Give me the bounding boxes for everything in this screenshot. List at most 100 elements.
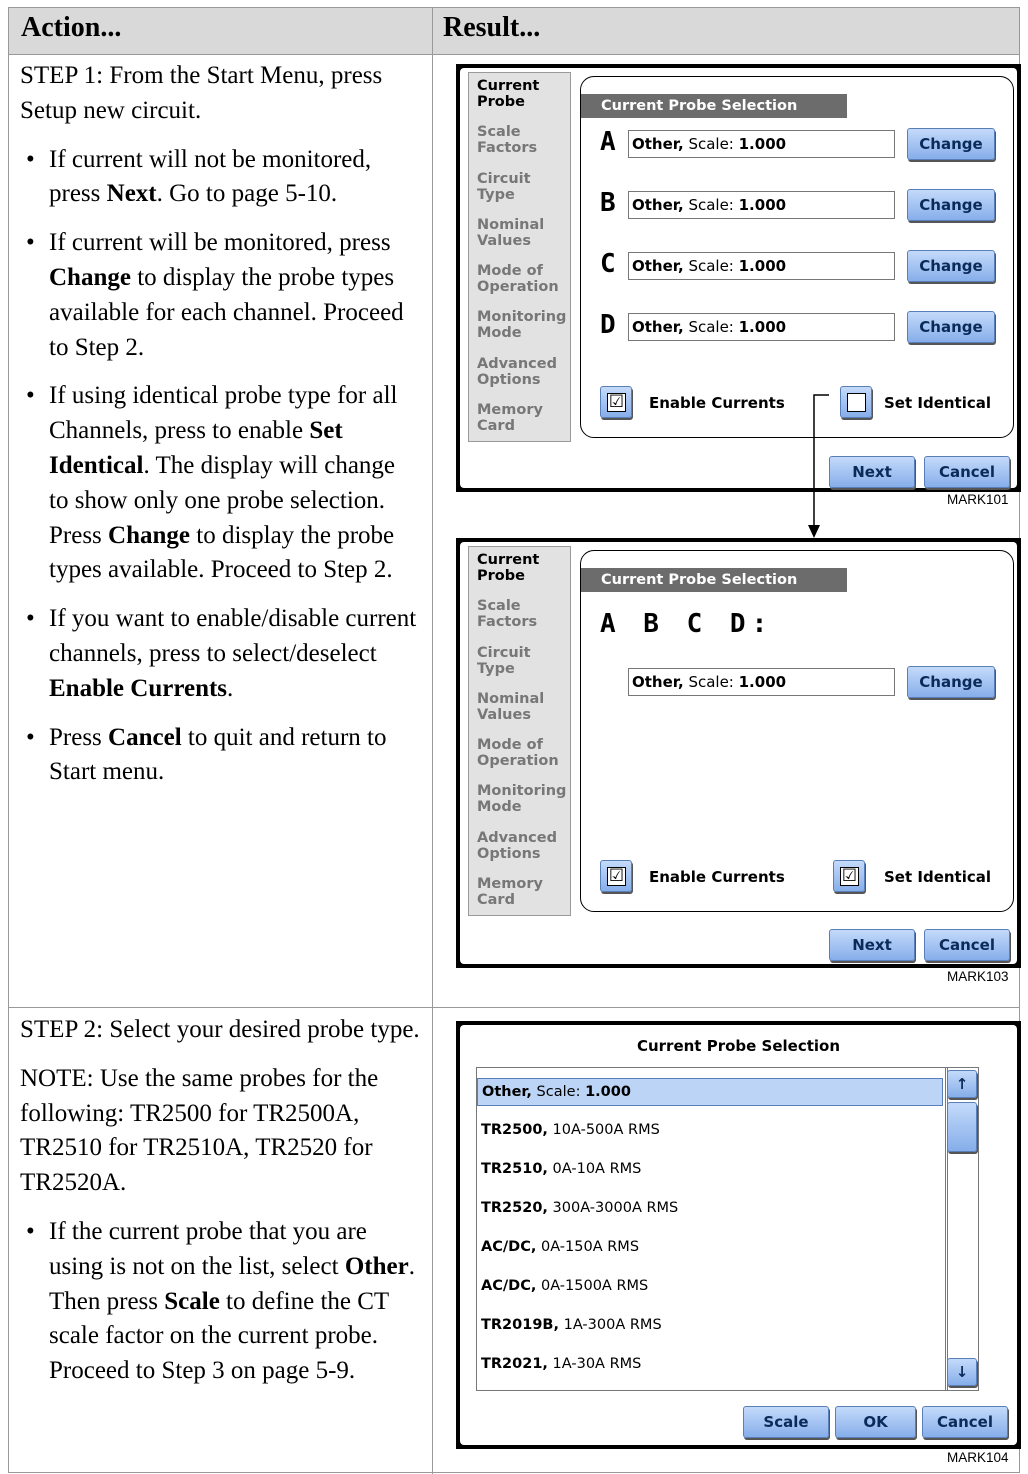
sidebar-item[interactable]: Circuit Type [469, 166, 570, 212]
screen-mark101: Current Probe Scale Factors Circuit Type No… [456, 64, 1021, 492]
scale-text: Scale: [683, 257, 739, 275]
probe-range: 0A-1500A RMS [536, 1278, 649, 1294]
figure-mark: MARK104 [947, 1450, 1009, 1465]
step1-intro: STEP 1: From the Start Menu, press Setup… [20, 62, 383, 124]
bullet-item: If you want to enable/disable current ch… [20, 602, 420, 706]
sidebar-item[interactable]: Mode of Operation [469, 732, 570, 778]
list-item[interactable]: TR2500, 10A-500A RMS [477, 1117, 943, 1145]
sidebar-item[interactable]: Nominal Values [469, 686, 570, 732]
list-item[interactable]: AC/DC, 0A-1500A RMS [477, 1273, 943, 1301]
check-mark-icon: ☑ [607, 392, 626, 412]
scale-value: 1.000 [738, 135, 787, 153]
cancel-button[interactable]: Cancel [924, 456, 1010, 488]
change-button[interactable]: Change [907, 189, 995, 221]
probe-name: Other, [632, 257, 684, 275]
sidebar-item[interactable]: Monitoring Mode [469, 778, 570, 824]
bullet-text: Press [49, 723, 109, 751]
list-item[interactable]: TR2021, 1A-30A RMS [477, 1351, 943, 1379]
change-button[interactable]: Change [907, 666, 995, 698]
probe-name: Other, [632, 135, 684, 153]
probe-field: Other, Scale: 1.000 [628, 313, 895, 341]
channel-b-label: B [600, 188, 616, 218]
probe-range: Scale: [531, 1084, 586, 1100]
change-button[interactable]: Change [907, 250, 995, 282]
screen-display: Current Probe Scale Factors Circuit Type No… [460, 68, 1017, 488]
enable-currents-checkbox[interactable]: ☑ [600, 860, 632, 892]
ok-button[interactable]: OK [835, 1406, 916, 1438]
check-mark-icon: ☑ [607, 866, 626, 886]
sidebar-item[interactable]: Mode of Operation [469, 258, 570, 304]
sidebar-item[interactable]: Advanced Options [469, 825, 570, 871]
probe-name: Other, [632, 196, 684, 214]
bullet-item: If using identical probe type for all Ch… [20, 379, 420, 588]
enable-currents-label: Enable Currents [649, 394, 785, 412]
scroll-down-button[interactable]: ↓ [947, 1358, 977, 1386]
channel-c-label: C [600, 249, 616, 279]
scale-text: Scale: [683, 673, 739, 691]
list-item[interactable]: TR2510, 0A-10A RMS [477, 1156, 943, 1184]
next-button[interactable]: Next [829, 456, 915, 488]
sidebar-item[interactable]: Nominal Values [469, 212, 570, 258]
list-item[interactable]: TR2019B, 1A-300A RMS [477, 1312, 943, 1340]
list-item[interactable]: TR2520, 300A-3000A RMS [477, 1195, 943, 1223]
probe-name: TR2510, [481, 1161, 548, 1177]
row-divider [9, 1007, 1019, 1008]
bullet-text: Enable Currents [49, 674, 228, 702]
cancel-button[interactable]: Cancel [922, 1406, 1008, 1438]
sidebar-item[interactable]: Advanced Options [469, 351, 570, 397]
list-item[interactable]: AC/DC, 0A-150A RMS [477, 1234, 943, 1262]
screen-display: Current Probe Scale Factors Circuit Type No… [460, 542, 1017, 964]
step2-intro: STEP 2: Select your desired probe type. [20, 1016, 420, 1043]
probe-name: TR2520, [481, 1200, 548, 1216]
sidebar-item[interactable]: Scale Factors [469, 593, 570, 639]
scroll-up-button[interactable]: ↑ [947, 1070, 977, 1098]
step1-text: STEP 1: From the Start Menu, press Setup… [20, 59, 420, 790]
figure-mark: MARK101 [947, 492, 1009, 507]
set-identical-checkbox[interactable] [840, 386, 872, 418]
probe-field: Other, Scale: 1.000 [628, 191, 895, 219]
set-identical-label: Set Identical [884, 868, 992, 886]
bullet-text: Change [49, 263, 131, 291]
probe-field: Other, Scale: 1.000 [628, 130, 895, 158]
probe-name: Other, [632, 318, 684, 336]
probe-field: Other, Scale: 1.000 [628, 252, 895, 280]
screen-mark103: Current Probe Scale Factors Circuit Type No… [456, 538, 1021, 968]
probe-name: TR2021, [481, 1356, 548, 1372]
probe-range: 300A-3000A RMS [547, 1200, 679, 1216]
change-button[interactable]: Change [907, 311, 995, 343]
table-header: Action... Result... [9, 8, 1019, 55]
scale-text: Scale: [683, 318, 739, 336]
sidebar-item[interactable]: Memory Card [469, 871, 570, 917]
sidebar-item[interactable]: Circuit Type [469, 640, 570, 686]
next-button[interactable]: Next [829, 929, 915, 961]
scale-button[interactable]: Scale [743, 1406, 829, 1438]
probe-panel: Current Probe Selection [580, 550, 1014, 912]
panel-title: Current Probe Selection [581, 568, 847, 592]
bullet-text: If you want to enable/disable current ch… [49, 605, 417, 667]
step2-note: NOTE: Use the same probes for the follow… [20, 1064, 379, 1197]
change-button[interactable]: Change [907, 128, 995, 160]
sidebar-item[interactable]: Memory Card [469, 397, 570, 443]
check-mark-icon: ☑ [840, 866, 859, 886]
enable-currents-checkbox[interactable]: ☑ [600, 386, 632, 418]
cancel-button[interactable]: Cancel [924, 929, 1010, 961]
sidebar-item[interactable]: Scale Factors [469, 119, 570, 165]
probe-name: AC/DC, [481, 1278, 537, 1294]
sidebar-item[interactable]: Current Probe [469, 547, 570, 594]
scroll-thumb[interactable] [947, 1102, 977, 1152]
sidebar-item[interactable]: Monitoring Mode [469, 304, 570, 350]
set-identical-checkbox[interactable]: ☑ [833, 860, 865, 892]
channel-label: A B C D: [600, 609, 774, 639]
screen-display: Current Probe Selection Other, Scale: 1.… [460, 1025, 1017, 1445]
bullet-text: Cancel [108, 723, 182, 751]
scrollbar[interactable]: ↑ ↓ [945, 1067, 979, 1391]
probe-name: TR2500, [481, 1122, 548, 1138]
probe-name: Other, [482, 1084, 532, 1100]
channel-d-label: D [600, 310, 616, 340]
figure-mark: MARK103 [947, 969, 1009, 984]
setup-sidebar: Current Probe Scale Factors Circuit Type No… [468, 72, 571, 442]
sidebar-item[interactable]: Current Probe [469, 73, 570, 120]
scale-value: 1.000 [585, 1084, 631, 1100]
panel-title: Current Probe Selection [581, 94, 847, 118]
list-item[interactable]: Other, Scale: 1.000 [477, 1078, 943, 1106]
